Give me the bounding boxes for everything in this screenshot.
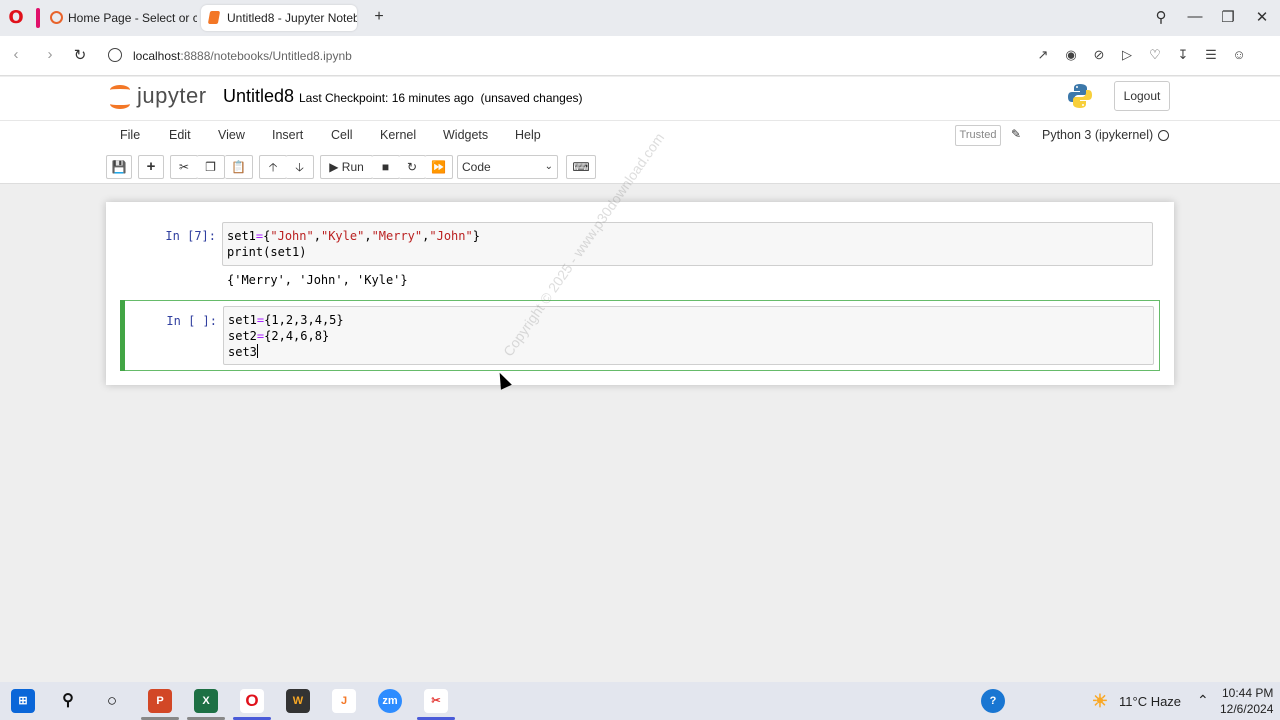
reload-icon[interactable]: ↻	[70, 46, 90, 64]
browser-tab-bar: O Home Page - Select or cre Untitled8 - …	[0, 0, 1280, 36]
weather-icon: ☀	[1091, 691, 1109, 711]
opera-taskbar-icon[interactable]: O	[240, 689, 264, 713]
run-icon: ▶	[329, 160, 339, 174]
powerpoint-icon[interactable]: P	[148, 689, 172, 713]
interrupt-button[interactable]: ■	[372, 155, 400, 179]
clock-time[interactable]: 10:44 PM	[1222, 686, 1273, 700]
cell-prompt: In [ ]:	[166, 314, 217, 328]
address-bar: ‹ › ↻ localhost:8888/notebooks/Untitled8…	[0, 36, 1280, 108]
restart-run-all-button[interactable]: ⏩	[425, 155, 453, 179]
code-cell-selected[interactable]: In [ ]: set1={1,2,3,4,5} set2={2,4,6,8} …	[120, 300, 1160, 371]
search-tabs-icon[interactable]: ⚲	[1150, 8, 1172, 26]
play-icon[interactable]: ▷	[1118, 47, 1136, 63]
menu-cell[interactable]: Cell	[331, 128, 353, 142]
help-icon[interactable]: ?	[981, 689, 1005, 713]
snipping-icon[interactable]: ✂	[424, 689, 448, 713]
jupyter-taskbar-icon[interactable]: J	[332, 689, 356, 713]
tab-indicator	[36, 8, 40, 28]
heart-icon[interactable]: ♡	[1146, 47, 1164, 63]
code-input[interactable]: set1={1,2,3,4,5} set2={2,4,6,8} set3	[223, 306, 1154, 365]
move-up-button[interactable]: 🡡	[259, 155, 287, 179]
notebook-container: In [7]: set1={"John","Kyle","Merry","Joh…	[106, 202, 1174, 385]
minimize-icon[interactable]: —	[1184, 8, 1206, 25]
jupyter-logo-icon[interactable]	[108, 83, 134, 113]
excel-icon[interactable]: X	[194, 689, 218, 713]
opera-tab-icon	[50, 11, 63, 24]
cell-prompt: In [7]:	[165, 229, 216, 243]
insert-cell-button[interactable]: +	[138, 155, 164, 179]
tab-jupyter-notebook[interactable]: Untitled8 - Jupyter Notebo	[201, 5, 357, 31]
new-tab-icon[interactable]: +	[370, 8, 388, 26]
download-icon[interactable]: ↧	[1174, 47, 1192, 63]
menu-file[interactable]: File	[120, 128, 140, 142]
restore-icon[interactable]: ❐	[1217, 8, 1239, 26]
wpm-icon[interactable]: W	[286, 689, 310, 713]
cell-output: {'Merry', 'John', 'Kyle'}	[227, 273, 408, 287]
restart-button[interactable]: ↻	[399, 155, 426, 179]
close-icon[interactable]: ✕	[1251, 8, 1273, 26]
search-icon[interactable]: ⚲	[56, 689, 80, 713]
tab-title: Untitled8 - Jupyter Notebo	[227, 11, 357, 25]
command-palette-button[interactable]: ⌨	[566, 155, 596, 179]
jupyter-header: jupyter Untitled8 Last Checkpoint: 16 mi…	[0, 77, 1280, 120]
run-button[interactable]: ▶ Run	[320, 155, 373, 179]
save-button[interactable]: 💾	[106, 155, 132, 179]
forward-icon[interactable]: ›	[40, 46, 60, 63]
kernel-idle-indicator-icon	[1158, 130, 1169, 141]
tab-title: Home Page - Select or cre	[68, 11, 197, 25]
clock-date[interactable]: 12/6/2024	[1220, 702, 1273, 716]
trusted-badge[interactable]: Trusted	[955, 125, 1001, 146]
code-input[interactable]: set1={"John","Kyle","Merry","John"} prin…	[222, 222, 1153, 266]
move-down-button[interactable]: 🡣	[286, 155, 314, 179]
notebook-tab-icon	[207, 11, 221, 24]
selected-cell-bar	[120, 300, 125, 371]
notebook-name[interactable]: Untitled8	[223, 86, 294, 107]
menu-widgets[interactable]: Widgets	[443, 128, 488, 142]
menu-kernel[interactable]: Kernel	[380, 128, 416, 142]
python-logo-icon	[1068, 84, 1092, 108]
menu-insert[interactable]: Insert	[272, 128, 303, 142]
jupyter-logo-text[interactable]: jupyter	[137, 83, 207, 109]
cut-button[interactable]: ✂	[170, 155, 198, 179]
taskbar: ⊞ ⚲ ○ P X O W J zm ✂ ? ☀ 11°C Haze ⌃ 10:…	[0, 682, 1280, 720]
tab-home-page[interactable]: Home Page - Select or cre	[42, 5, 197, 31]
adblock-icon[interactable]: ⊘	[1090, 47, 1108, 63]
menu-bar: File Edit View Insert Cell Kernel Widget…	[0, 120, 1280, 150]
camera-icon[interactable]: ◉	[1062, 47, 1080, 63]
menu-edit[interactable]: Edit	[169, 128, 191, 142]
checkpoint-status: Last Checkpoint: 16 minutes ago (unsaved…	[299, 91, 583, 105]
globe-icon	[108, 48, 122, 62]
profile-icon[interactable]: ☺	[1230, 47, 1248, 62]
menu-view[interactable]: View	[218, 128, 245, 142]
tray-chevron-icon[interactable]: ⌃	[1197, 692, 1209, 709]
code-cell[interactable]: In [7]: set1={"John","Kyle","Merry","Joh…	[120, 222, 1160, 292]
menu-icon[interactable]: ☰	[1202, 47, 1220, 63]
windows-start-icon[interactable]: ⊞	[11, 689, 35, 713]
text-cursor	[256, 344, 258, 358]
url-field[interactable]: localhost:8888/notebooks/Untitled8.ipynb	[133, 49, 352, 63]
share-icon[interactable]: ↗	[1034, 47, 1052, 63]
zoom-icon[interactable]: zm	[378, 689, 402, 713]
logout-button[interactable]: Logout	[1114, 81, 1170, 111]
task-view-icon[interactable]: ○	[100, 689, 124, 713]
menu-help[interactable]: Help	[515, 128, 541, 142]
kernel-name[interactable]: Python 3 (ipykernel)	[1042, 128, 1153, 142]
back-icon[interactable]: ‹	[6, 46, 26, 63]
weather-text[interactable]: 11°C Haze	[1119, 694, 1181, 709]
paste-button[interactable]: 📋	[225, 155, 253, 179]
cell-type-select[interactable]: Code ⌄	[457, 155, 558, 179]
opera-logo-icon[interactable]: O	[6, 8, 26, 28]
chevron-down-icon: ⌄	[544, 161, 553, 172]
copy-button[interactable]: ❐	[197, 155, 225, 179]
edit-mode-pencil-icon: ✎	[1011, 127, 1022, 141]
